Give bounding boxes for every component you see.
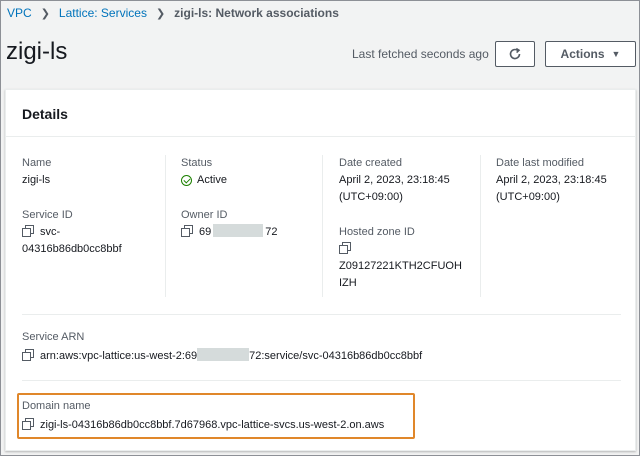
owner-id-field: Owner ID 69 72 — [181, 207, 278, 241]
name-label: Name — [22, 157, 52, 169]
details-panel: Details Name zigi-ls Service ID svc- 043… — [5, 89, 636, 451]
chevron-right-icon: ❯ — [155, 7, 166, 20]
copy-icon[interactable] — [22, 349, 34, 361]
caret-down-icon: ▼ — [611, 49, 621, 59]
actions-button[interactable]: Actions ▼ — [545, 41, 636, 67]
date-modified-label: Date last modified — [496, 157, 585, 169]
domain-name-highlight — [17, 393, 415, 439]
chevron-right-icon: ❯ — [40, 7, 50, 20]
copy-icon[interactable] — [22, 225, 34, 237]
service-id-value-2: 04316b86db0cc8bbf — [22, 243, 122, 255]
date-created-value-2: (UTC+09:00) — [339, 191, 403, 203]
date-created-label: Date created — [339, 157, 402, 169]
section-divider — [22, 314, 621, 315]
service-id-field: Service ID svc- 04316b86db0cc8bbf — [22, 207, 122, 258]
status-field: Status Active — [181, 155, 227, 189]
hosted-zone-field: Hosted zone ID Z09127221KTH2CFUOH IZH — [339, 224, 462, 292]
owner-id-suffix: 72 — [265, 226, 278, 238]
redaction-block — [197, 348, 250, 361]
hosted-zone-value-2: IZH — [339, 277, 357, 289]
status-value: Active — [197, 174, 227, 186]
last-fetched-text: Last fetched seconds ago — [352, 47, 489, 61]
hosted-zone-label: Hosted zone ID — [339, 226, 415, 238]
breadcrumb: VPC ❯ Lattice: Services ❯ zigi-ls: Netwo… — [7, 6, 339, 20]
date-modified-field: Date last modified April 2, 2023, 23:18:… — [496, 155, 607, 206]
refresh-button[interactable] — [495, 41, 535, 67]
date-modified-value-2: (UTC+09:00) — [496, 191, 560, 203]
service-arn-label: Service ARN — [22, 331, 85, 343]
breadcrumb-link-vpc[interactable]: VPC — [7, 6, 32, 20]
name-value: zigi-ls — [22, 174, 51, 186]
service-arn-suffix: 72:service/svc-04316b86db0cc8bbf — [249, 350, 423, 362]
service-id-label: Service ID — [22, 209, 73, 221]
copy-icon[interactable] — [181, 225, 193, 237]
column-divider — [165, 155, 166, 297]
owner-id-label: Owner ID — [181, 209, 228, 221]
actions-label: Actions — [560, 47, 605, 61]
breadcrumb-link-lattice-services[interactable]: Lattice: Services — [59, 6, 147, 20]
redaction-block — [213, 224, 264, 237]
refresh-icon — [509, 47, 521, 60]
column-divider — [322, 155, 323, 297]
name-field: Name zigi-ls — [22, 155, 51, 189]
service-arn-prefix: arn:aws:vpc-lattice:us-west-2:69 — [40, 350, 198, 362]
hosted-zone-value-1: Z09127221KTH2CFUOH — [339, 260, 462, 272]
date-created-value-1: April 2, 2023, 23:18:45 — [339, 174, 450, 186]
column-divider — [480, 155, 481, 297]
date-modified-value-1: April 2, 2023, 23:18:45 — [496, 174, 607, 186]
details-header: Details — [6, 90, 635, 137]
page-title: zigi-ls — [6, 38, 68, 65]
check-circle-icon — [181, 175, 192, 186]
service-id-value-1: svc- — [40, 226, 61, 238]
status-label: Status — [181, 157, 213, 169]
section-divider — [22, 380, 621, 381]
breadcrumb-current: zigi-ls: Network associations — [174, 6, 339, 20]
date-created-field: Date created April 2, 2023, 23:18:45 (UT… — [339, 155, 450, 206]
owner-id-prefix: 69 — [199, 226, 212, 238]
copy-icon[interactable] — [339, 242, 351, 254]
details-title: Details — [22, 106, 68, 122]
service-arn-field: Service ARN arn:aws:vpc-lattice:us-west-… — [22, 329, 422, 365]
